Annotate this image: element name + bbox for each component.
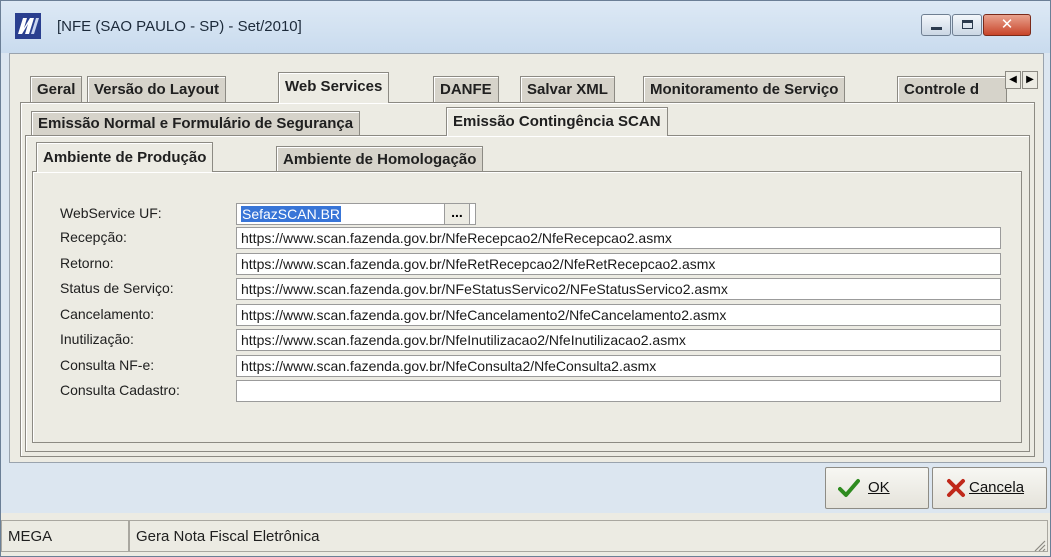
cancel-button[interactable]: Cancela (932, 467, 1047, 509)
tab-ambiente-de-producao[interactable]: Ambiente de Produção (36, 142, 214, 172)
close-icon: ✕ (1000, 16, 1014, 33)
field-input-consulta-nfe[interactable]: https://www.scan.fazenda.gov.br/NfeConsu… (236, 355, 1001, 377)
field-input-recepcao[interactable]: https://www.scan.fazenda.gov.br/NfeRecep… (236, 227, 1001, 249)
checkmark-icon (838, 479, 860, 497)
field-label-inutilizacao: Inutilização: (60, 331, 134, 347)
field-input-inutilizacao[interactable]: https://www.scan.fazenda.gov.br/NfeInuti… (236, 329, 1001, 351)
webservice-uf-lookup-button[interactable]: ... (444, 203, 470, 225)
tab-controle[interactable]: Controle d (897, 76, 1007, 102)
minimize-button[interactable] (921, 14, 951, 36)
tab-scroll-left-button[interactable]: ◀ (1005, 71, 1021, 89)
ok-button[interactable]: OK (825, 467, 929, 509)
web-services-panel: Emissão Normal e Formulário de Segurança… (20, 102, 1035, 457)
arrow-right-icon: ▶ (1026, 74, 1034, 85)
field-label-cancelamento: Cancelamento: (60, 306, 155, 322)
tab-salvar-xml[interactable]: Salvar XML (520, 76, 615, 102)
cancel-button-label: Cancela (969, 479, 1025, 496)
tab-emissao-normal[interactable]: Emissão Normal e Formulário de Segurança (31, 111, 361, 135)
tab-emissao-contingencia-scan[interactable]: Emissão Contingência SCAN (446, 107, 668, 136)
field-input-retorno[interactable]: https://www.scan.fazenda.gov.br/NfeRetRe… (236, 253, 1001, 275)
maximize-icon (962, 20, 973, 29)
tab-geral[interactable]: Geral (30, 76, 83, 102)
title-bar[interactable]: [NFE (SAO PAULO - SP) - Set/2010] ✕ (1, 1, 1050, 53)
nfe-config-window: [NFE (SAO PAULO - SP) - Set/2010] ✕ Gera… (0, 0, 1051, 557)
ok-button-label: OK (868, 479, 890, 496)
field-label-recepcao: Recepção: (60, 229, 127, 245)
tab-versao-do-layout[interactable]: Versão do Layout (87, 76, 227, 102)
webservice-uf-input[interactable]: SefazSCAN.BR (236, 203, 476, 225)
tab-web-services[interactable]: Web Services (278, 72, 390, 103)
x-mark-icon (947, 479, 965, 497)
webservice-uf-label: WebService UF: (60, 205, 162, 221)
status-panel-company: MEGA (1, 520, 129, 552)
arrow-left-icon: ◀ (1009, 74, 1017, 85)
field-label-status-de-servico: Status de Serviço: (60, 280, 174, 296)
contingencia-panel: Ambiente de Produção Ambiente de Homolog… (25, 135, 1030, 452)
ambiente-producao-panel: WebService UF: SefazSCAN.BR ... Recepção… (32, 171, 1022, 443)
tab-scroll-right-button[interactable]: ▶ (1022, 71, 1038, 89)
nfe-app-icon (15, 13, 41, 39)
resize-grip-icon[interactable] (1032, 538, 1046, 552)
field-input-consulta-cadastro[interactable] (236, 380, 1001, 402)
status-bar: MEGA Gera Nota Fiscal Eletrônica (1, 513, 1050, 556)
status-panel-description: Gera Nota Fiscal Eletrônica (129, 520, 1048, 552)
tab-ambiente-de-homologacao[interactable]: Ambiente de Homologação (276, 146, 484, 171)
field-label-retorno: Retorno: (60, 255, 114, 271)
field-label-consulta-nfe: Consulta NF-e: (60, 357, 155, 373)
client-area: Geral Versão do Layout Web Services DANF… (9, 53, 1044, 463)
minimize-icon (931, 27, 942, 30)
maximize-button[interactable] (952, 14, 982, 36)
field-input-status-de-servico[interactable]: https://www.scan.fazenda.gov.br/NFeStatu… (236, 278, 1001, 300)
webservice-uf-value: SefazSCAN.BR (241, 206, 342, 222)
close-button[interactable]: ✕ (983, 14, 1031, 36)
window-title: [NFE (SAO PAULO - SP) - Set/2010] (57, 18, 302, 35)
field-label-consulta-cadastro: Consulta Cadastro: (60, 382, 180, 398)
field-input-cancelamento[interactable]: https://www.scan.fazenda.gov.br/NfeCance… (236, 304, 1001, 326)
tab-monitoramento-de-servico[interactable]: Monitoramento de Serviço (643, 76, 846, 102)
tab-danfe[interactable]: DANFE (433, 76, 499, 102)
